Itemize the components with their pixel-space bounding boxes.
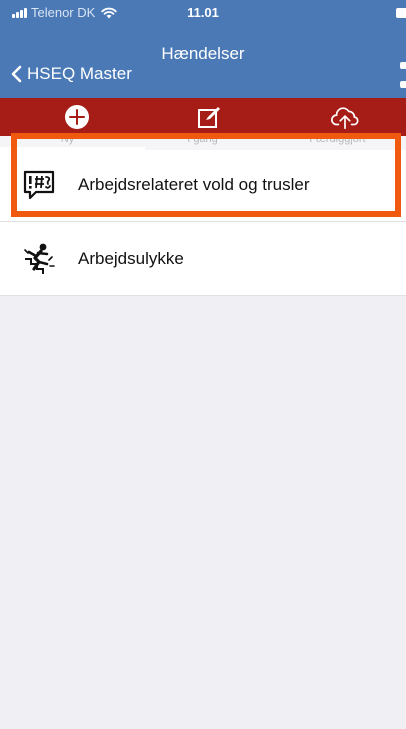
edit-button[interactable]	[194, 102, 224, 132]
app-screen: Telenor DK 11.01 Hændelser HSEQ Master N…	[0, 0, 406, 729]
back-label: HSEQ Master	[27, 64, 132, 83]
clock: 11.01	[187, 5, 219, 20]
upload-button[interactable]	[330, 102, 360, 132]
list-item-violence-threats[interactable]: Arbejdsrelateret vold og trusler	[0, 150, 406, 222]
tab-completed[interactable]: Færdiggjort	[270, 136, 405, 150]
list-item-label: Arbejdsrelateret vold og trusler	[78, 175, 310, 194]
plus-circle-icon	[65, 105, 89, 129]
empty-content-area	[0, 296, 406, 729]
list-item-label: Arbejdsulykke	[78, 249, 184, 268]
speech-threat-icon	[23, 170, 55, 200]
tab-in-progress[interactable]: I gang	[135, 136, 270, 150]
action-toolbar	[0, 98, 406, 136]
edit-icon	[198, 107, 220, 128]
dot-icon	[400, 81, 406, 88]
status-bar: Telenor DK 11.01	[0, 0, 406, 26]
page-title: Hændelser	[161, 44, 245, 63]
add-button[interactable]	[62, 102, 92, 132]
battery-icon	[396, 8, 406, 18]
chevron-left-icon	[11, 65, 22, 83]
cloud-upload-icon	[331, 107, 359, 130]
dot-icon	[400, 62, 406, 69]
segment-tabs: Ny I gang Færdiggjort	[0, 136, 406, 150]
falling-person-icon	[24, 243, 55, 274]
back-button[interactable]: HSEQ Master	[10, 64, 132, 84]
navigation-bar: Hændelser HSEQ Master	[0, 26, 406, 98]
incident-type-list: Arbejdsrelateret vold og trusler Arbejds…	[0, 150, 406, 296]
more-menu-button[interactable]	[400, 62, 406, 88]
list-item-work-accident[interactable]: Arbejdsulykke	[0, 222, 406, 296]
